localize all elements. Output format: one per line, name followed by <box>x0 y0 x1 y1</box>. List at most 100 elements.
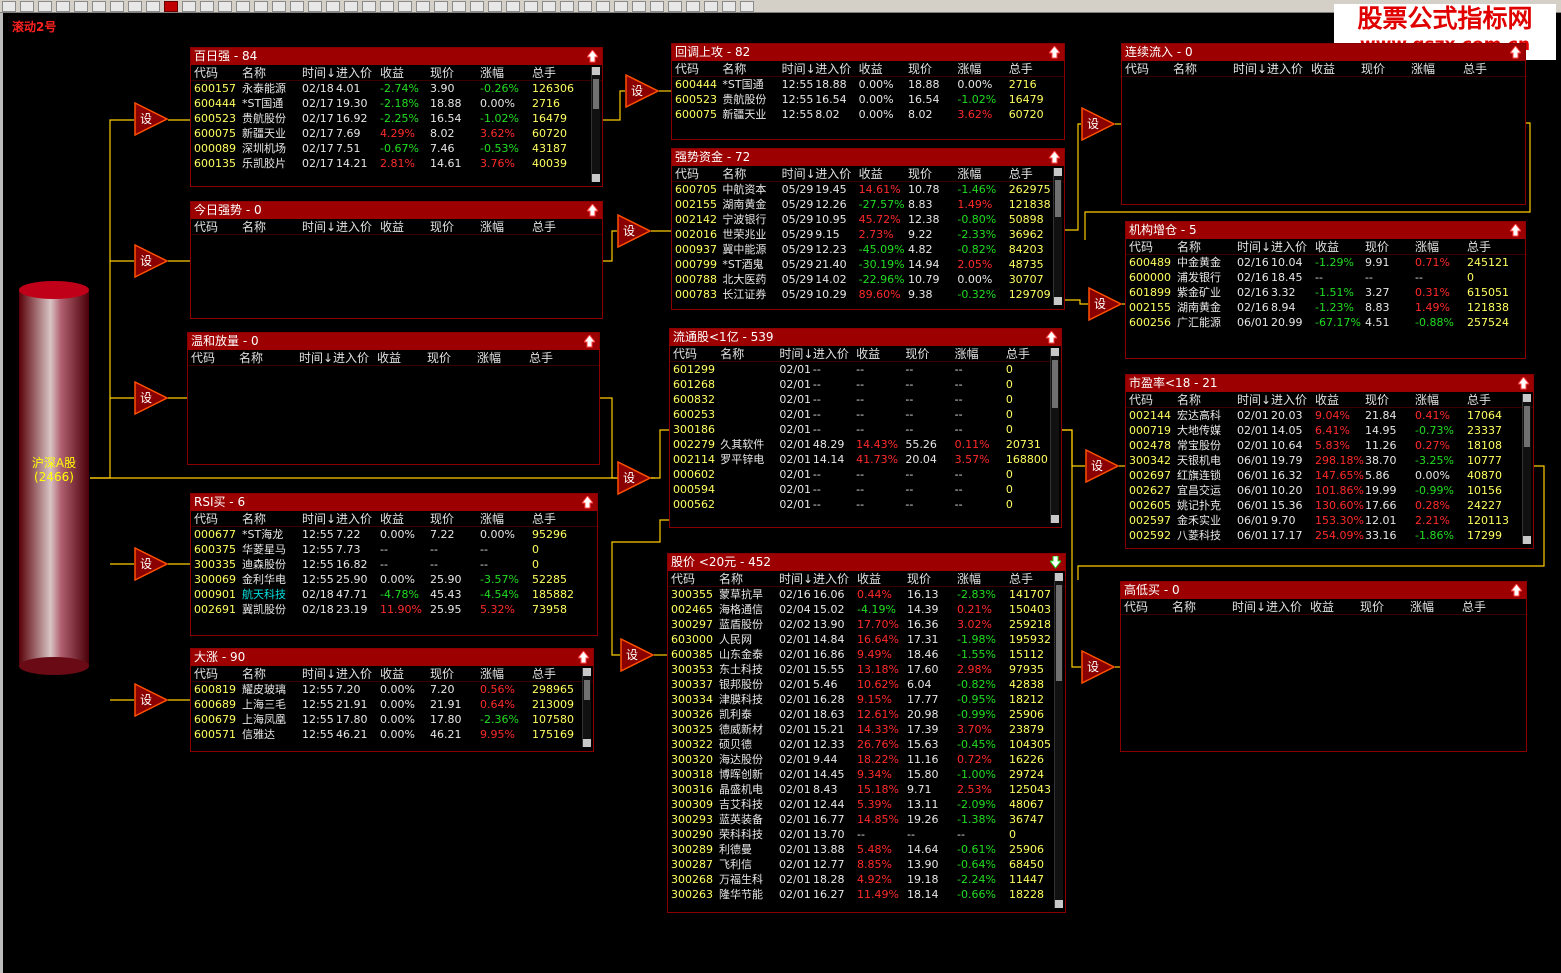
arrow-up-icon[interactable] <box>1046 331 1057 344</box>
column-header[interactable]: 涨幅 <box>1410 599 1462 614</box>
table-row[interactable]: 300335 迪森股份 12:55 16.82 -- -- -- 0 <box>194 557 597 572</box>
column-header[interactable]: 代码 <box>1124 599 1172 614</box>
table-row[interactable]: 603000 人民网 02/01 14.84 16.64% 17.31 -1.98% 1959… <box>671 632 1065 647</box>
column-header[interactable]: 代码 <box>675 61 722 76</box>
column-header[interactable]: 进入价 <box>336 511 380 526</box>
table-row[interactable]: 000719 大地传媒 02/01 14.05 6.41% 14.95 -0.73% 2333… <box>1129 423 1533 438</box>
column-header[interactable]: 总手 <box>1009 61 1064 76</box>
table-row[interactable]: 002114 罗平锌电 02/01 14.14 41.73% 20.04 3.57% 1688… <box>673 452 1061 467</box>
table-row[interactable]: 300287 飞利信 02/01 12.77 8.85% 13.90 -0.64% 68450 <box>671 857 1065 872</box>
column-header[interactable]: 时间↓ <box>299 350 333 365</box>
table-row[interactable]: 600571 信雅达 12:55 46.21 0.00% 46.21 9.95% 175169 <box>194 727 593 742</box>
arrow-up-icon[interactable] <box>1511 584 1522 597</box>
table-row[interactable]: 002478 常宝股份 02/01 10.64 5.83% 11.26 0.27% 18108 <box>1129 438 1533 453</box>
column-header[interactable]: 代码 <box>194 511 242 526</box>
table-row[interactable]: 300342 天银机电 06/01 19.79 298.18% 38.70 -3.25% 10… <box>1129 453 1533 468</box>
column-header[interactable]: 涨幅 <box>957 166 1008 181</box>
set-node-s8[interactable]: 设 <box>617 460 652 496</box>
arrow-up-icon[interactable] <box>1518 377 1529 390</box>
table-row[interactable]: 000799 *ST酒鬼 05/29 21.40 -30.19% 14.94 2.05% 48… <box>675 257 1064 272</box>
panel-p3[interactable]: 温和放量 - 0 代码 名称 时间↓ 进入价 收益 现价 涨幅 总手 <box>187 332 600 465</box>
column-header[interactable]: 名称 <box>239 350 299 365</box>
table-row[interactable]: 300325 德威新材 02/01 15.21 14.33% 17.39 3.70% 2387… <box>671 722 1065 737</box>
table-row[interactable]: 300186 02/01 -- -- -- -- 0 <box>673 422 1061 437</box>
column-header[interactable]: 收益 <box>859 166 908 181</box>
column-header[interactable]: 名称 <box>1177 239 1237 254</box>
column-header[interactable]: 进入价 <box>813 346 856 361</box>
set-node-s1[interactable]: 设 <box>134 101 169 137</box>
column-header[interactable]: 代码 <box>1129 239 1177 254</box>
table-row[interactable]: 600489 中金黄金 02/16 10.04 -1.29% 9.91 0.71% 24512… <box>1129 255 1525 270</box>
table-row[interactable]: 300263 隆华节能 02/01 16.27 11.49% 18.14 -0.66% 182… <box>671 887 1065 902</box>
arrow-up-icon[interactable] <box>1049 46 1060 59</box>
table-row[interactable]: 000602 02/01 -- -- -- -- 0 <box>673 467 1061 482</box>
column-header[interactable]: 进入价 <box>815 166 858 181</box>
column-header[interactable]: 涨幅 <box>480 219 532 234</box>
table-row[interactable]: 000901 航天科技 02/18 47.71 -4.78% 45.43 -4.54% 185… <box>194 587 597 602</box>
scroll-up-icon[interactable] <box>592 67 600 75</box>
table-row[interactable]: 002279 久其软件 02/01 48.29 14.43% 55.26 0.11% 2073… <box>673 437 1061 452</box>
arrow-up-icon[interactable] <box>587 204 598 217</box>
set-node-s4[interactable]: 设 <box>134 546 169 582</box>
column-header[interactable]: 收益 <box>857 571 907 586</box>
column-header[interactable]: 名称 <box>722 61 781 76</box>
table-row[interactable]: 000937 冀中能源 05/29 12.23 -45.09% 4.82 -0.82% 842… <box>675 242 1064 257</box>
arrow-up-icon[interactable] <box>578 651 589 664</box>
column-header[interactable]: 收益 <box>380 511 430 526</box>
column-header[interactable]: 名称 <box>242 65 302 80</box>
column-header[interactable]: 现价 <box>1361 61 1411 76</box>
column-header[interactable]: 进入价 <box>813 571 857 586</box>
table-row[interactable]: 300322 硕贝德 02/01 12.33 26.76% 15.63 -0.45% 1043… <box>671 737 1065 752</box>
arrow-down-icon[interactable] <box>1050 556 1061 569</box>
table-row[interactable]: 600832 02/01 -- -- -- -- 0 <box>673 392 1061 407</box>
column-header[interactable]: 收益 <box>1315 239 1365 254</box>
column-header[interactable]: 时间↓ <box>779 346 812 361</box>
panel-p5[interactable]: 大涨 - 90 代码 名称 时间↓ 进入价 收益 现价 涨幅 总手 600819 耀皮玻璃 12:55… <box>190 648 594 752</box>
scroll-down-icon[interactable] <box>1051 515 1059 523</box>
column-header[interactable]: 现价 <box>430 666 480 681</box>
column-header[interactable]: 时间↓ <box>1232 599 1266 614</box>
scroll-up-icon[interactable] <box>1054 168 1062 176</box>
column-header[interactable]: 涨幅 <box>480 666 532 681</box>
table-row[interactable]: 300353 东土科技 02/01 15.55 13.18% 17.60 2.98% 9793… <box>671 662 1065 677</box>
table-row[interactable]: 000677 *ST海龙 12:55 7.22 0.00% 7.22 0.00% 95296 <box>194 527 597 542</box>
panel-p9[interactable]: 股价 <20元 - 452 代码 名称 时间↓ 进入价 收益 现价 涨幅 总手 300355 蒙草抗… <box>667 553 1066 913</box>
column-header[interactable]: 时间↓ <box>302 219 336 234</box>
panel-p7[interactable]: 强势资金 - 72 代码 名称 时间↓ 进入价 收益 现价 涨幅 总手 600705 中航资本 05/… <box>671 148 1065 310</box>
table-row[interactable]: 600075 新疆天业 02/17 7.69 4.29% 8.02 3.62% 60720 <box>194 126 602 141</box>
column-header[interactable]: 名称 <box>242 511 302 526</box>
column-header[interactable]: 时间↓ <box>1237 239 1271 254</box>
table-row[interactable]: 600157 永泰能源 02/18 4.01 -2.74% 3.90 -0.26% 12630… <box>194 81 602 96</box>
table-row[interactable]: 300337 银邦股份 02/01 5.46 10.62% 6.04 -0.82% 42838 <box>671 677 1065 692</box>
column-header[interactable]: 时间↓ <box>302 511 336 526</box>
table-row[interactable]: 601899 紫金矿业 02/16 3.32 -1.51% 3.27 0.31% 615051 <box>1129 285 1525 300</box>
column-header[interactable]: 进入价 <box>815 61 858 76</box>
scrollbar[interactable] <box>1050 348 1059 523</box>
table-row[interactable]: 300289 利德曼 02/01 13.88 5.48% 14.64 -0.61% 25906 <box>671 842 1065 857</box>
table-row[interactable]: 000562 02/01 -- -- -- -- 0 <box>673 497 1061 512</box>
table-row[interactable]: 300069 金利华电 12:55 25.90 0.00% 25.90 -3.57% 5228… <box>194 572 597 587</box>
column-header[interactable]: 总手 <box>529 350 585 365</box>
column-header[interactable]: 时间↓ <box>782 61 816 76</box>
column-header[interactable]: 进入价 <box>1271 392 1315 407</box>
column-header[interactable]: 涨幅 <box>480 65 532 80</box>
column-header[interactable]: 收益 <box>377 350 427 365</box>
table-row[interactable]: 000788 北大医药 05/29 14.02 -22.96% 10.79 0.00% 307… <box>675 272 1064 287</box>
table-row[interactable]: 002597 金禾实业 06/01 9.70 153.30% 12.01 2.21% 1201… <box>1129 513 1533 528</box>
scroll-down-icon[interactable] <box>592 174 600 182</box>
column-header[interactable]: 涨幅 <box>1415 392 1467 407</box>
scroll-thumb[interactable] <box>1055 180 1061 217</box>
scroll-up-icon[interactable] <box>1523 394 1531 402</box>
panel-p13[interactable]: 高低买 - 0 代码 名称 时间↓ 进入价 收益 现价 涨幅 总手 <box>1120 581 1527 752</box>
column-header[interactable]: 进入价 <box>336 65 380 80</box>
column-header[interactable]: 进入价 <box>1271 239 1315 254</box>
column-header[interactable]: 现价 <box>427 350 477 365</box>
table-row[interactable]: 600819 耀皮玻璃 12:55 7.20 0.00% 7.20 0.56% 298965 <box>194 682 593 697</box>
column-header[interactable]: 进入价 <box>1267 61 1311 76</box>
table-row[interactable]: 600135 乐凯胶片 02/17 14.21 2.81% 14.61 3.76% 40039 <box>194 156 602 171</box>
column-header[interactable]: 涨幅 <box>477 350 529 365</box>
arrow-up-icon[interactable] <box>584 335 595 348</box>
column-header[interactable]: 现价 <box>905 346 954 361</box>
table-row[interactable]: 002605 姚记扑克 06/01 15.36 130.60% 17.66 0.28% 242… <box>1129 498 1533 513</box>
panel-p6[interactable]: 回调上攻 - 82 代码 名称 时间↓ 进入价 收益 现价 涨幅 总手 600444 *ST国通 12… <box>671 43 1065 140</box>
